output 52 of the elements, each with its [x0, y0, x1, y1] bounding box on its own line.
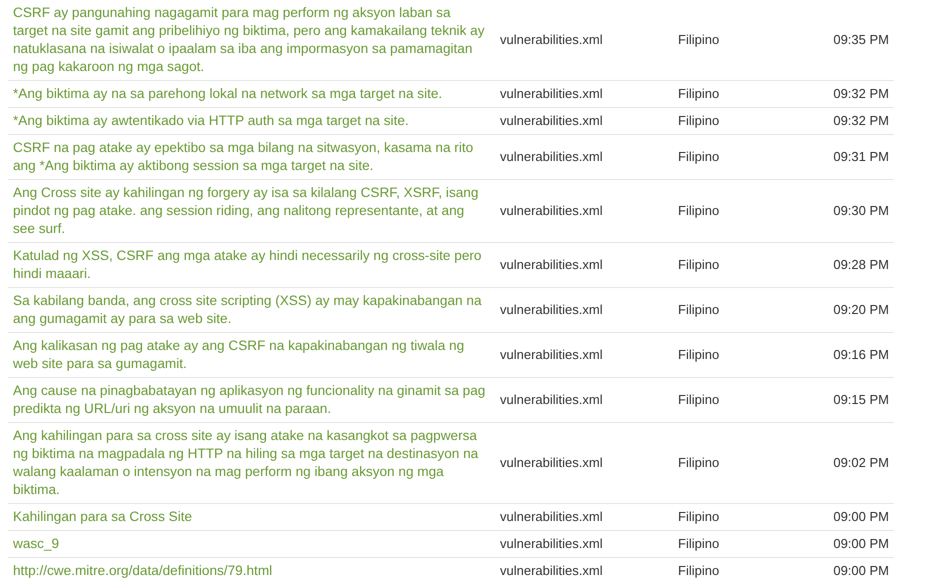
translation-text[interactable]: *Ang biktima ay na sa parehong lokal na network sa mga target na site.	[13, 85, 489, 103]
language-name: Filipino	[678, 86, 720, 101]
timestamp: 09:02 PM	[833, 455, 889, 470]
translation-text[interactable]: Kahilingan para sa Cross Site	[13, 508, 489, 526]
timestamp: 09:31 PM	[833, 149, 889, 164]
file-name: vulnerabilities.xml	[500, 149, 603, 164]
language-name: Filipino	[678, 392, 720, 407]
timestamp: 09:16 PM	[833, 347, 889, 362]
timestamp: 09:00 PM	[833, 509, 889, 524]
file-name: vulnerabilities.xml	[500, 536, 603, 551]
translation-text[interactable]: Katulad ng XSS, CSRF ang mga atake ay hindi necessarily ng cross-site pero hindi maaari.	[13, 247, 489, 283]
translation-text[interactable]: CSRF na pag atake ay epektibo sa mga bilang na sitwasyon, kasama na rito ang *Ang biktima ay aktibong session sa mga target na site.	[13, 139, 489, 175]
language-name: Filipino	[678, 113, 720, 128]
language-name: Filipino	[678, 509, 720, 524]
timestamp: 09:00 PM	[833, 536, 889, 551]
timestamp: 09:30 PM	[833, 203, 889, 218]
timestamp: 09:15 PM	[833, 392, 889, 407]
file-name: vulnerabilities.xml	[500, 86, 603, 101]
language-name: Filipino	[678, 347, 720, 362]
translation-text[interactable]: Ang Cross site ay kahilingan ng forgery ay isa sa kilalang CSRF, XSRF, isang pindot ng pag atake. ang session riding, ang nalitong representante, at ang see surf.	[13, 184, 489, 238]
file-name: vulnerabilities.xml	[500, 203, 603, 218]
timestamp: 09:00 PM	[833, 563, 889, 578]
language-name: Filipino	[678, 302, 720, 317]
translation-text[interactable]: Ang kahilingan para sa cross site ay isang atake na kasangkot sa pagpwersa ng biktima na magpadala ng HTTP na hiling sa mga target na destinasyon na walang kaalaman o intensyon na mag perform ng ibang aksyon ng mga biktima.	[13, 427, 489, 499]
timestamp: 09:28 PM	[833, 257, 889, 272]
file-name: vulnerabilities.xml	[500, 455, 603, 470]
language-name: Filipino	[678, 203, 720, 218]
file-name: vulnerabilities.xml	[500, 302, 603, 317]
file-name: vulnerabilities.xml	[500, 563, 603, 578]
file-name: vulnerabilities.xml	[500, 509, 603, 524]
translation-text[interactable]: Ang kalikasan ng pag atake ay ang CSRF na kapakinabangan ng tiwala ng web site para sa gumagamit.	[13, 337, 489, 373]
language-name: Filipino	[678, 32, 720, 47]
language-name: Filipino	[678, 257, 720, 272]
file-name: vulnerabilities.xml	[500, 32, 603, 47]
file-name: vulnerabilities.xml	[500, 257, 603, 272]
timestamp: 09:32 PM	[833, 113, 889, 128]
translation-text[interactable]: Ang cause na pinagbabatayan ng aplikasyon ng funcionality na ginamit sa pag predikta ng URL/uri ng aksyon na umuulit na paraan.	[13, 382, 489, 418]
timestamp: 09:35 PM	[833, 32, 889, 47]
translation-text[interactable]: http://cwe.mitre.org/data/definitions/79.html	[13, 562, 489, 580]
language-name: Filipino	[678, 563, 720, 578]
translation-text[interactable]: CSRF ay pangunahing nagagamit para mag perform ng aksyon laban sa target na site gamit ang pribelihiyo ng biktima, pero ang kamakailang teknik ay natuklasana na isiwalat o ipaalam sa iba ang impormasyon sa pamamagitan ng pag kakaroon ng mga sagot.	[13, 4, 489, 76]
timestamp: 09:32 PM	[833, 86, 889, 101]
timestamp: 09:20 PM	[833, 302, 889, 317]
file-name: vulnerabilities.xml	[500, 113, 603, 128]
language-name: Filipino	[678, 536, 720, 551]
file-name: vulnerabilities.xml	[500, 392, 603, 407]
translation-text[interactable]: Sa kabilang banda, ang cross site scripting (XSS) ay may kapakinabangan na ang gumagamit ay para sa web site.	[13, 292, 489, 328]
language-name: Filipino	[678, 149, 720, 164]
translation-text[interactable]: *Ang biktima ay awtentikado via HTTP auth sa mga target na site.	[13, 112, 489, 130]
translation-text[interactable]: wasc_9	[13, 535, 489, 553]
file-name: vulnerabilities.xml	[500, 347, 603, 362]
language-name: Filipino	[678, 455, 720, 470]
